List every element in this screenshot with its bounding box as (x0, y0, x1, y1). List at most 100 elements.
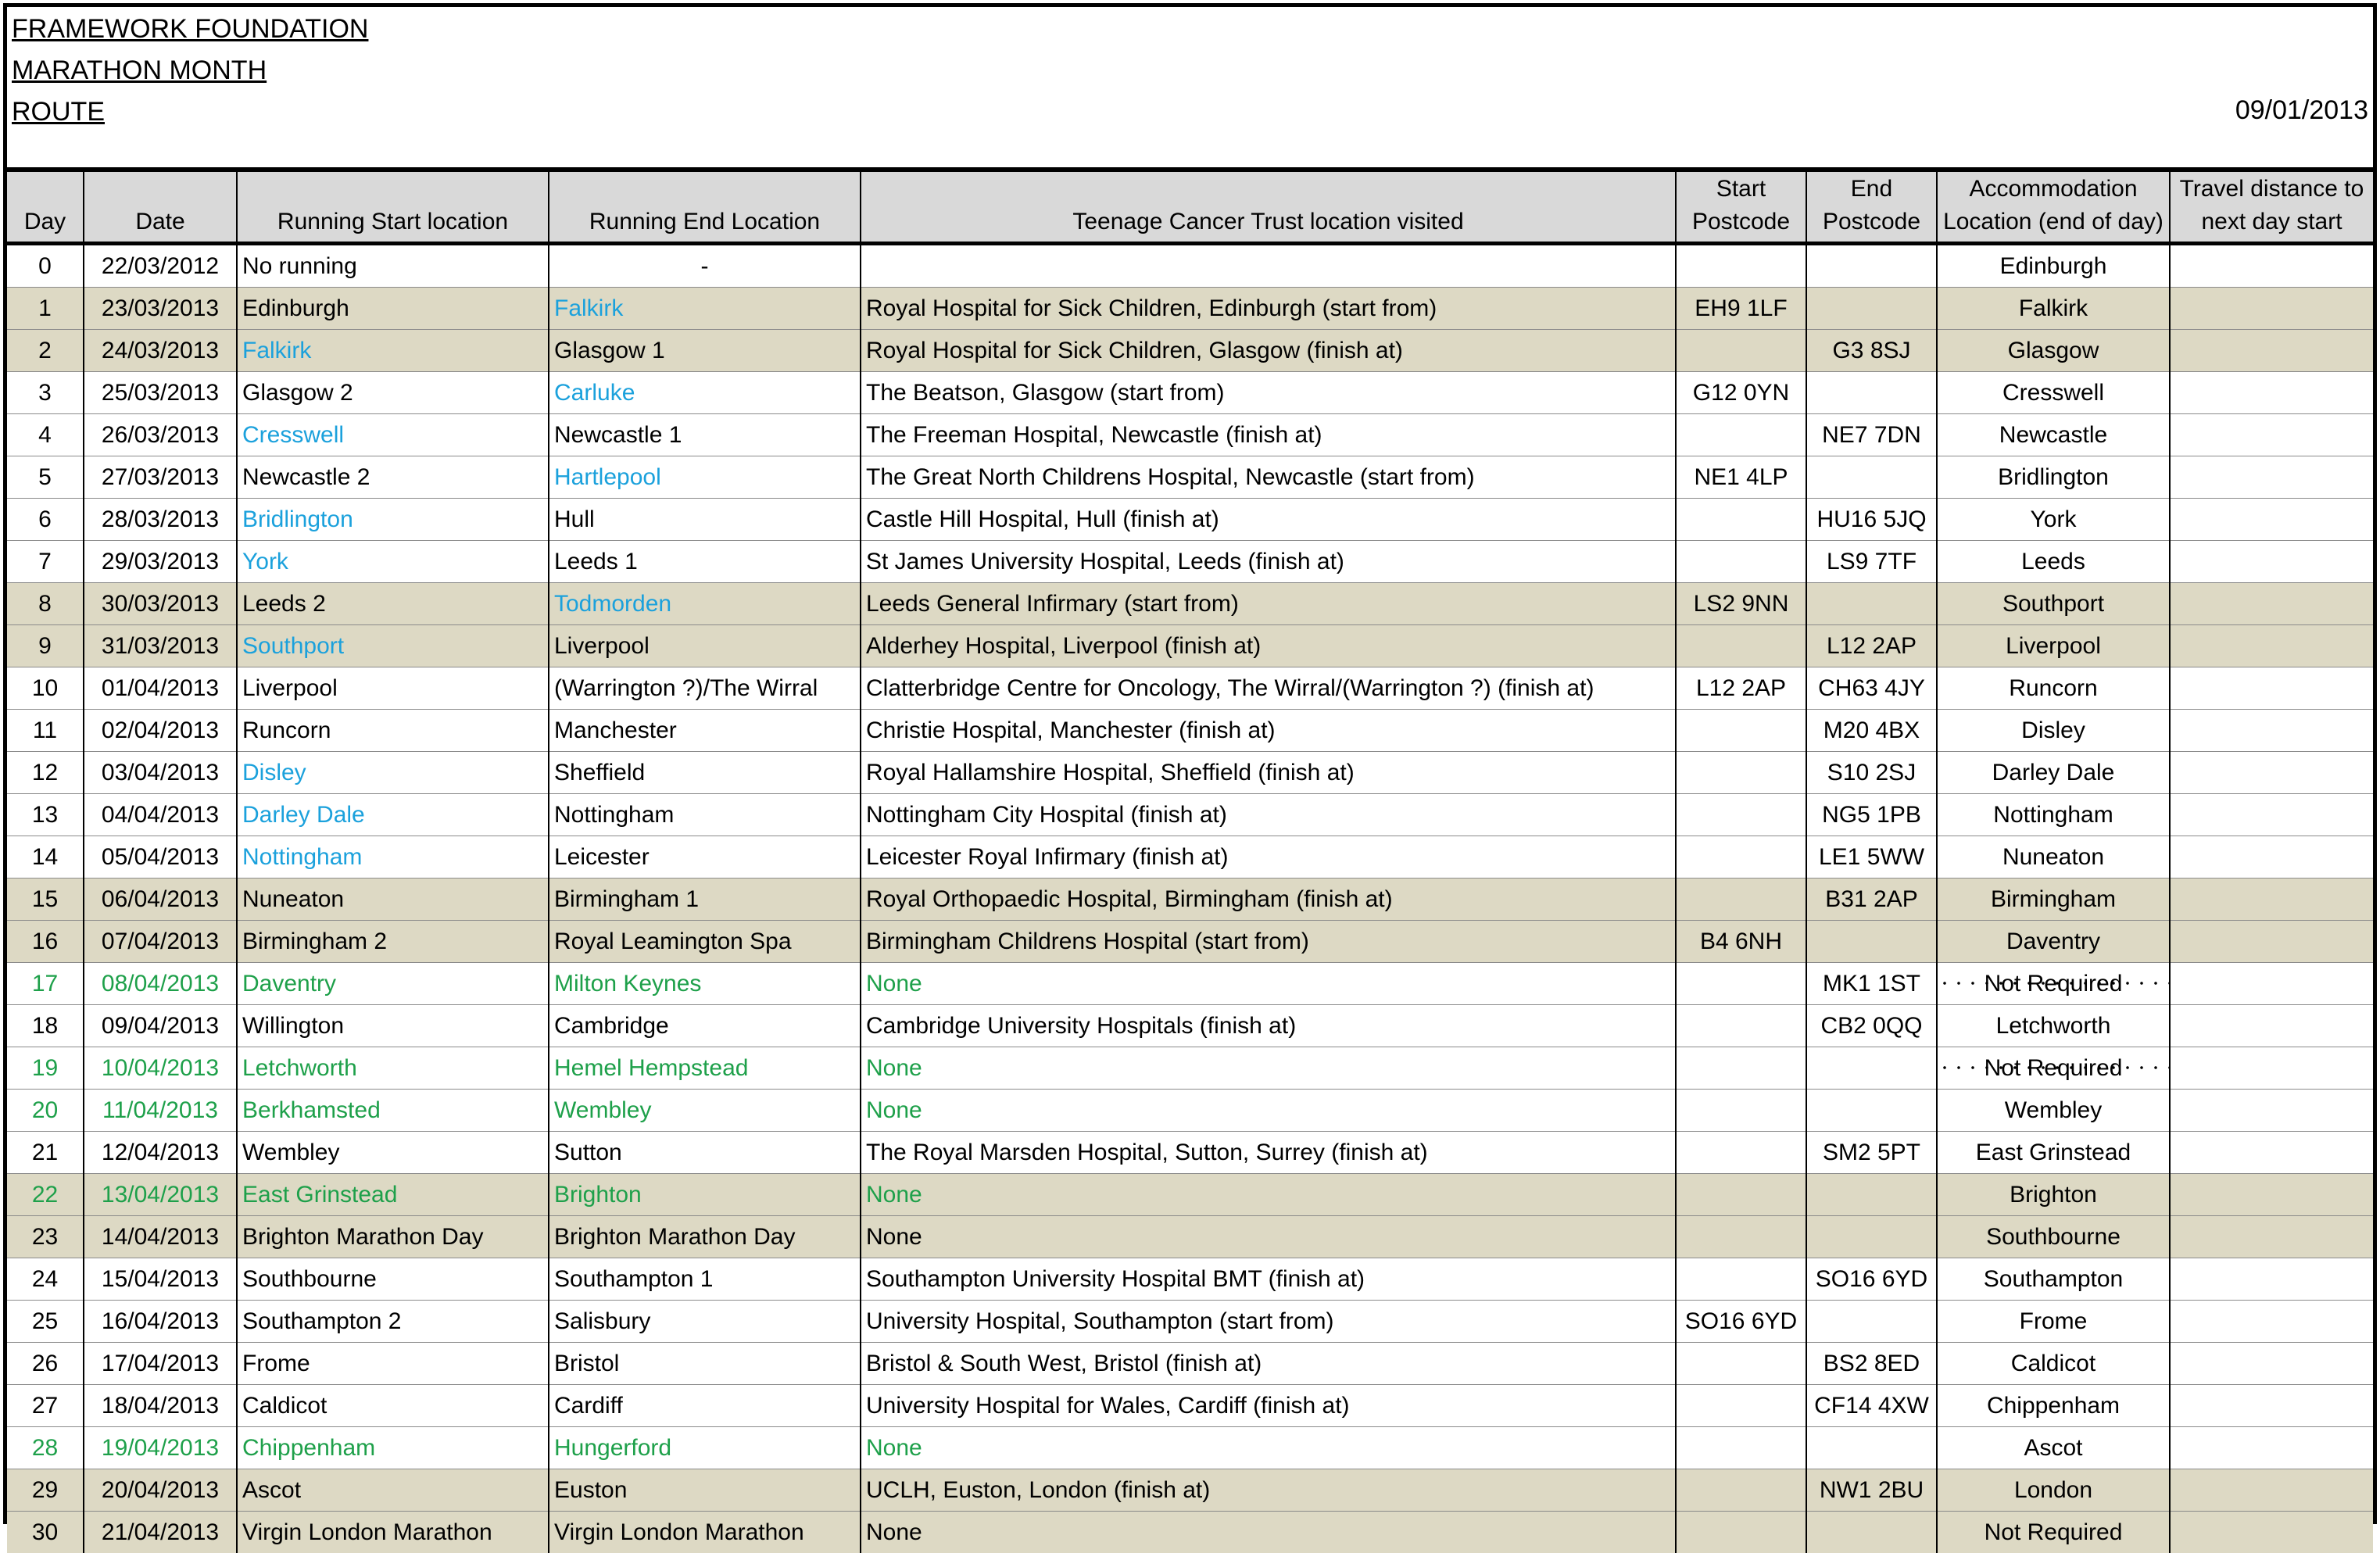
cell-end-location[interactable]: Leicester (548, 836, 861, 878)
cell-day[interactable]: 23 (7, 1215, 84, 1258)
cell-accommodation[interactable]: Chippenham (1936, 1384, 2170, 1427)
cell-end-location[interactable]: Hull (548, 498, 861, 541)
cell-date[interactable]: 30/03/2013 (83, 582, 237, 625)
cell-travel-distance[interactable] (2169, 920, 2373, 963)
cell-start-location[interactable]: Falkirk (236, 329, 549, 372)
cell-location-visited[interactable]: University Hospital for Wales, Cardiff (… (860, 1384, 1676, 1427)
cell-accommodation[interactable]: Nottingham (1936, 793, 2170, 836)
cell-start-location[interactable]: Frome (236, 1342, 549, 1385)
cell-end-location[interactable]: Sutton (548, 1131, 861, 1174)
cell-travel-distance[interactable] (2169, 1004, 2373, 1047)
column-header-day[interactable]: Day (7, 172, 84, 245)
cell-accommodation[interactable]: Southbourne (1936, 1215, 2170, 1258)
cell-date[interactable]: 03/04/2013 (83, 751, 237, 794)
cell-end-location[interactable]: Cambridge (548, 1004, 861, 1047)
cell-day[interactable]: 28 (7, 1426, 84, 1469)
cell-travel-distance[interactable] (2169, 287, 2373, 330)
cell-start-postcode[interactable] (1675, 413, 1806, 456)
cell-date[interactable]: 13/04/2013 (83, 1173, 237, 1216)
cell-accommodation[interactable]: Newcastle (1936, 413, 2170, 456)
cell-travel-distance[interactable] (2169, 1469, 2373, 1512)
cell-day[interactable]: 14 (7, 836, 84, 878)
column-header-end-location[interactable]: Running End Location (548, 172, 861, 245)
cell-end-postcode[interactable]: NE7 7DN (1806, 413, 1937, 456)
cell-date[interactable]: 12/04/2013 (83, 1131, 237, 1174)
cell-location-visited[interactable]: Royal Hallamshire Hospital, Sheffield (f… (860, 751, 1676, 794)
cell-start-location[interactable]: Disley (236, 751, 549, 794)
cell-day[interactable]: 1 (7, 287, 84, 330)
cell-start-location[interactable]: Berkhamsted (236, 1089, 549, 1132)
cell-end-postcode[interactable] (1806, 1089, 1937, 1132)
cell-day[interactable]: 13 (7, 793, 84, 836)
cell-start-location[interactable]: Willington (236, 1004, 549, 1047)
cell-day[interactable]: 6 (7, 498, 84, 541)
cell-end-postcode[interactable]: LE1 5WW (1806, 836, 1937, 878)
cell-end-postcode[interactable]: MK1 1ST (1806, 962, 1937, 1005)
cell-end-location[interactable]: Sheffield (548, 751, 861, 794)
cell-end-location[interactable]: Cardiff (548, 1384, 861, 1427)
cell-start-location[interactable]: Ascot (236, 1469, 549, 1512)
cell-accommodation[interactable]: Liverpool (1936, 624, 2170, 667)
cell-start-location[interactable]: Newcastle 2 (236, 456, 549, 499)
cell-day[interactable]: 7 (7, 540, 84, 583)
cell-date[interactable]: 28/03/2013 (83, 498, 237, 541)
cell-location-visited[interactable]: None (860, 962, 1676, 1005)
cell-end-location[interactable]: Brighton (548, 1173, 861, 1216)
cell-location-visited[interactable]: Leicester Royal Infirmary (finish at) (860, 836, 1676, 878)
cell-start-location[interactable]: Darley Dale (236, 793, 549, 836)
cell-day[interactable]: 30 (7, 1511, 84, 1553)
cell-start-postcode[interactable] (1675, 1384, 1806, 1427)
cell-end-postcode[interactable]: CB2 0QQ (1806, 1004, 1937, 1047)
cell-location-visited[interactable]: Castle Hill Hospital, Hull (finish at) (860, 498, 1676, 541)
cell-end-location[interactable]: Nottingham (548, 793, 861, 836)
cell-day[interactable]: 16 (7, 920, 84, 963)
cell-end-location[interactable]: Newcastle 1 (548, 413, 861, 456)
cell-end-postcode[interactable]: S10 2SJ (1806, 751, 1937, 794)
cell-location-visited[interactable]: The Freeman Hospital, Newcastle (finish … (860, 413, 1676, 456)
cell-accommodation[interactable]: Darley Dale (1936, 751, 2170, 794)
cell-start-location[interactable]: Birmingham 2 (236, 920, 549, 963)
cell-end-location[interactable]: Salisbury (548, 1300, 861, 1343)
cell-start-postcode[interactable] (1675, 1131, 1806, 1174)
cell-travel-distance[interactable] (2169, 667, 2373, 710)
cell-start-postcode[interactable] (1675, 962, 1806, 1005)
cell-travel-distance[interactable] (2169, 1215, 2373, 1258)
cell-travel-distance[interactable] (2169, 836, 2373, 878)
cell-accommodation[interactable]: Edinburgh (1936, 243, 2170, 288)
cell-start-location[interactable]: Edinburgh (236, 287, 549, 330)
column-header-end-postcode[interactable]: End Postcode (1806, 172, 1937, 245)
cell-date[interactable]: 31/03/2013 (83, 624, 237, 667)
cell-start-postcode[interactable] (1675, 1469, 1806, 1512)
cell-travel-distance[interactable] (2169, 329, 2373, 372)
cell-start-postcode[interactable] (1675, 1511, 1806, 1553)
cell-date[interactable]: 21/04/2013 (83, 1511, 237, 1553)
cell-end-location[interactable]: Hungerford (548, 1426, 861, 1469)
cell-date[interactable]: 14/04/2013 (83, 1215, 237, 1258)
cell-start-postcode[interactable] (1675, 878, 1806, 921)
cell-location-visited[interactable]: Royal Hospital for Sick Children, Glasgo… (860, 329, 1676, 372)
cell-day[interactable]: 17 (7, 962, 84, 1005)
cell-day[interactable]: 15 (7, 878, 84, 921)
cell-location-visited[interactable]: None (860, 1173, 1676, 1216)
cell-date[interactable]: 29/03/2013 (83, 540, 237, 583)
cell-start-location[interactable]: Leeds 2 (236, 582, 549, 625)
cell-accommodation[interactable]: Not Required (1936, 1511, 2170, 1553)
cell-date[interactable]: 25/03/2013 (83, 371, 237, 414)
cell-day[interactable]: 27 (7, 1384, 84, 1427)
cell-start-postcode[interactable]: SO16 6YD (1675, 1300, 1806, 1343)
cell-start-postcode[interactable] (1675, 836, 1806, 878)
cell-end-postcode[interactable]: CH63 4JY (1806, 667, 1937, 710)
cell-start-postcode[interactable] (1675, 709, 1806, 752)
cell-end-postcode[interactable] (1806, 1426, 1937, 1469)
cell-accommodation[interactable]: Caldicot (1936, 1342, 2170, 1385)
cell-travel-distance[interactable] (2169, 1384, 2373, 1427)
cell-travel-distance[interactable] (2169, 1426, 2373, 1469)
cell-day[interactable]: 10 (7, 667, 84, 710)
cell-location-visited[interactable]: Royal Orthopaedic Hospital, Birmingham (… (860, 878, 1676, 921)
cell-end-location[interactable]: Southampton 1 (548, 1258, 861, 1301)
cell-travel-distance[interactable] (2169, 540, 2373, 583)
cell-end-location[interactable]: Royal Leamington Spa (548, 920, 861, 963)
cell-start-postcode[interactable] (1675, 1047, 1806, 1090)
cell-travel-distance[interactable] (2169, 243, 2373, 288)
column-header-date[interactable]: Date (83, 172, 237, 245)
